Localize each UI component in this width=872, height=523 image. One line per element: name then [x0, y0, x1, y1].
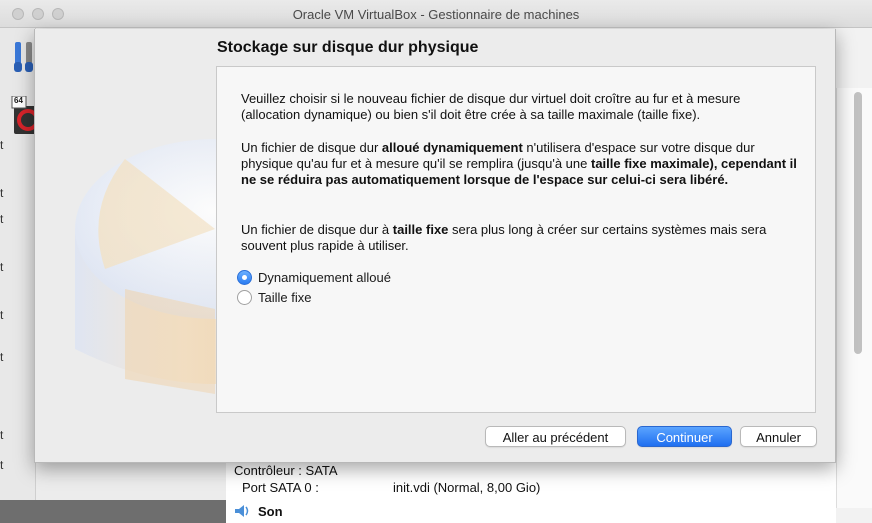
- radio-dynamic[interactable]: [237, 270, 252, 285]
- fixed-paragraph: Un fichier de disque dur à taille fixe s…: [241, 222, 801, 254]
- strip-text: t: [0, 308, 4, 322]
- window-title: Oracle VM VirtualBox - Gestionnaire de m…: [292, 7, 580, 22]
- strip-text: t: [0, 138, 4, 152]
- strip-text: t: [0, 260, 4, 274]
- create-disk-wizard: Stockage sur disque dur physique Veuille…: [34, 29, 836, 463]
- port-value: init.vdi (Normal, 8,00 Gio): [393, 480, 541, 495]
- details-scrollbar[interactable]: [854, 92, 862, 354]
- intro-paragraph: Veuillez choisir si le nouveau fichier d…: [241, 91, 741, 122]
- controller-label: Contrôleur : SATA: [234, 463, 338, 478]
- option-dynamic[interactable]: Dynamiquement alloué: [237, 270, 391, 285]
- strip-text: t: [0, 428, 4, 442]
- continue-button[interactable]: Continuer: [637, 426, 732, 447]
- cancel-button[interactable]: Annuler: [740, 426, 817, 447]
- wizard-content: Veuillez choisir si le nouveau fichier d…: [216, 66, 816, 413]
- option-fixed-label[interactable]: Taille fixe: [258, 290, 311, 305]
- strip-text: t: [0, 458, 4, 472]
- desktop-background: [0, 500, 226, 523]
- strip-text: t: [0, 350, 4, 364]
- wizard-title: Stockage sur disque dur physique: [217, 39, 479, 56]
- port-label: Port SATA 0 :: [242, 480, 319, 495]
- audio-section-title: Son: [258, 504, 283, 519]
- radio-fixed[interactable]: [237, 290, 252, 305]
- strip-text: t: [0, 212, 4, 226]
- bold-text-run: alloué dynamiquement: [381, 140, 523, 155]
- text-run: Un fichier de disque dur: [241, 140, 382, 155]
- speaker-icon: [234, 504, 250, 518]
- details-storage-section: Contrôleur : SATA Port SATA 0 : init.vdi…: [226, 458, 836, 523]
- vm-arch-badge: 64: [14, 96, 23, 105]
- machine-list: 64 t t t t t t t t: [0, 28, 40, 523]
- bold-text-run: taille fixe: [392, 222, 449, 237]
- option-dynamic-label[interactable]: Dynamiquement alloué: [258, 270, 391, 285]
- dynamic-paragraph: Un fichier de disque dur alloué dynamiqu…: [241, 140, 801, 188]
- title-bar: Oracle VM VirtualBox - Gestionnaire de m…: [0, 0, 872, 28]
- tools-icon[interactable]: [12, 40, 36, 74]
- option-fixed[interactable]: Taille fixe: [237, 290, 311, 305]
- text-run: Un fichier de disque dur à: [241, 222, 393, 237]
- back-button[interactable]: Aller au précédent: [485, 426, 626, 447]
- strip-text: t: [0, 186, 4, 200]
